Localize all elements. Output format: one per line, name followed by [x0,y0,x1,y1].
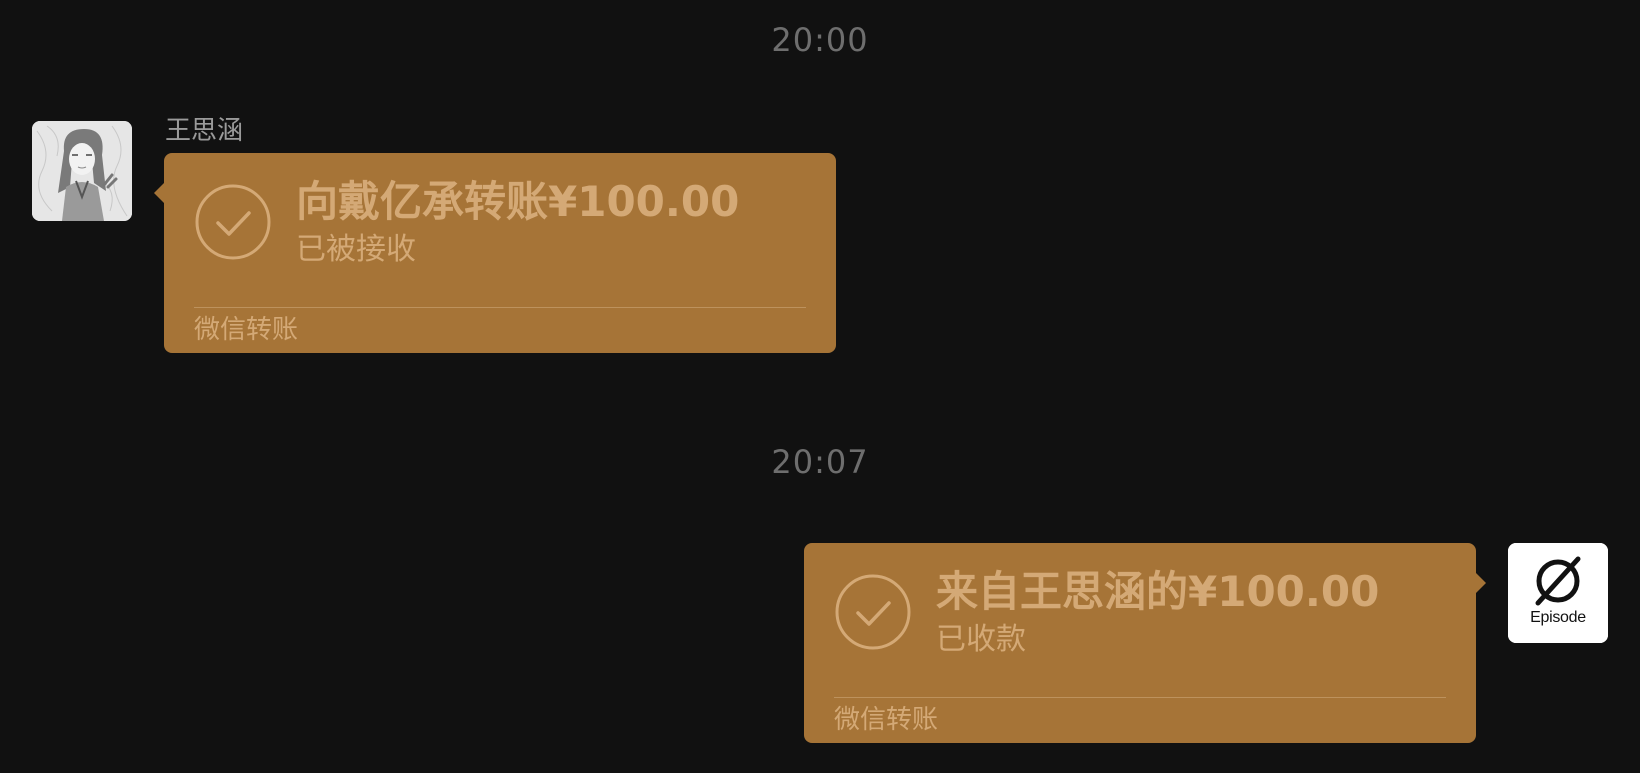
check-circle-icon [195,184,271,260]
avatar-logo-text: Episode [1530,609,1586,626]
divider [834,697,1446,698]
sender-name: 王思涵 [165,116,244,146]
transfer-status: 已收款 [936,622,1026,657]
bubble-tail [154,183,164,203]
transfer-footer-label: 微信转账 [834,705,939,735]
transfer-status: 已被接收 [296,232,416,267]
bubble-tail [1476,573,1486,593]
timestamp: 20:00 [771,21,869,59]
check-circle-icon [835,574,911,650]
transfer-amount-title: 向戴亿承转账¥100.00 [296,177,740,226]
transfer-card[interactable]: 向戴亿承转账¥100.00 已被接收 微信转账 [154,153,836,353]
transfer-footer-label: 微信转账 [194,315,299,345]
transfer-amount-title: 来自王思涵的¥100.00 [936,567,1380,616]
transfer-card[interactable]: 来自王思涵的¥100.00 已收款 微信转账 [804,543,1486,743]
divider [194,307,806,308]
avatar[interactable]: Episode [1508,543,1608,643]
avatar[interactable] [32,121,132,221]
episode-logo-icon [1508,543,1608,643]
timestamp: 20:07 [771,443,869,481]
anime-girl-avatar-icon [32,121,132,221]
